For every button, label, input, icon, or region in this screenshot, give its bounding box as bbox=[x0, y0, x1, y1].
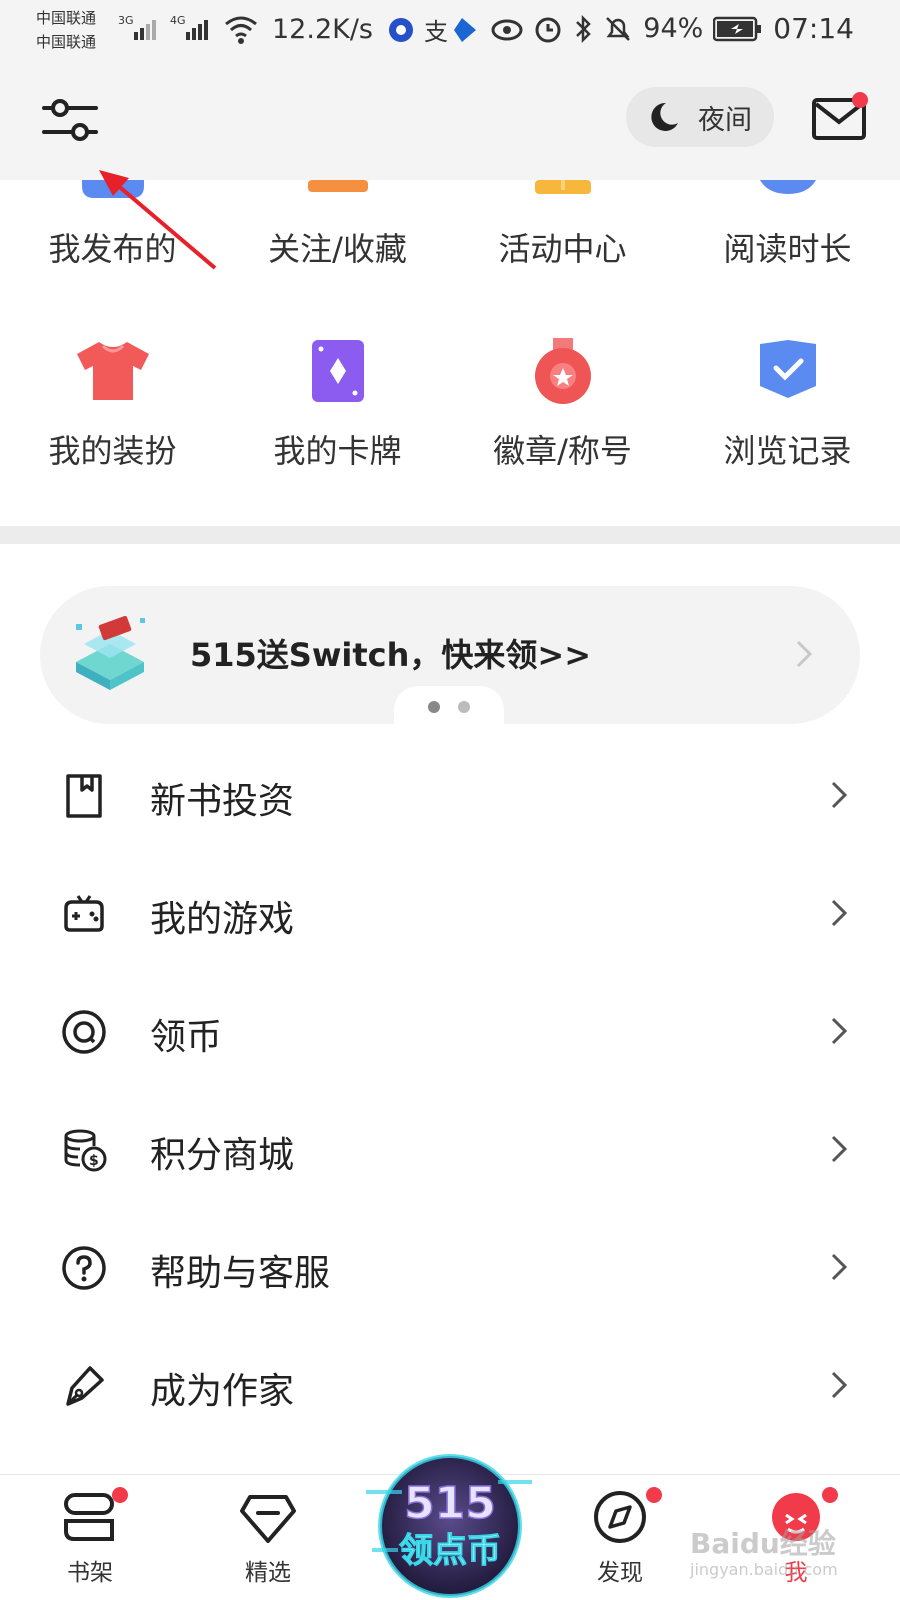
net-2-label: 4G bbox=[170, 14, 186, 27]
coin-icon bbox=[62, 1010, 106, 1054]
chevron-right-icon bbox=[831, 899, 848, 927]
menu-label: 我的游戏 bbox=[150, 899, 295, 940]
help-icon bbox=[62, 1246, 106, 1290]
carrier-info: 中国联通 中国联通 bbox=[36, 6, 96, 54]
chevron-right-icon bbox=[831, 1371, 848, 1399]
notification-app-icons: 支 bbox=[389, 18, 476, 46]
history-icon bbox=[759, 340, 816, 398]
menu-item-help[interactable]: 帮助与客服 bbox=[0, 1206, 900, 1326]
clock: 07:14 bbox=[773, 12, 854, 45]
shortcut-follow[interactable]: 关注/收藏 bbox=[225, 180, 450, 280]
shortcut-label: 徽章/称号 bbox=[493, 432, 632, 470]
moon-icon bbox=[651, 102, 678, 131]
bookshelf-badge bbox=[112, 1487, 128, 1503]
shortcut-cards[interactable]: 我的卡牌 bbox=[225, 338, 450, 478]
pagination-dot-active[interactable] bbox=[428, 701, 440, 713]
night-mode-label: 夜间 bbox=[698, 104, 752, 136]
alarm-icon bbox=[535, 17, 561, 42]
switch-promo-icon bbox=[76, 615, 145, 690]
shortcut-row-2: 我的装扮 我的卡牌 徽章/称号 浏览记录 bbox=[0, 338, 900, 478]
discover-badge bbox=[646, 1487, 662, 1503]
menu-item-new-book-invest[interactable]: 新书投资 bbox=[0, 734, 900, 854]
nav-label: 发现 bbox=[597, 1560, 643, 1586]
section-divider bbox=[0, 526, 900, 544]
compass-icon bbox=[594, 1491, 646, 1543]
net-1-label: 3G bbox=[118, 14, 134, 27]
pen-icon bbox=[66, 1366, 104, 1406]
network-speed: 12.2K/s bbox=[272, 14, 373, 45]
promo-515-button[interactable]: 515 领点币 bbox=[366, 1450, 534, 1600]
svg-text:$: $ bbox=[89, 1153, 99, 1169]
me-badge bbox=[822, 1487, 838, 1503]
promo-banner[interactable]: 515送Switch，快来领>> bbox=[40, 586, 860, 724]
eye-icon bbox=[491, 19, 523, 40]
menu-label: 成为作家 bbox=[150, 1371, 295, 1412]
bookmark-icon bbox=[66, 774, 102, 818]
menu-item-points-store[interactable]: $ 积分商城 bbox=[0, 1088, 900, 1208]
battery-icon bbox=[713, 16, 762, 41]
chevron-right-icon bbox=[831, 1253, 848, 1281]
banner-pagination bbox=[394, 686, 504, 724]
watermark-logo: Baidu经验 bbox=[690, 1527, 836, 1560]
shortcut-label: 浏览记录 bbox=[723, 432, 852, 470]
gamepad-icon bbox=[64, 895, 104, 932]
carrier-1: 中国联通 bbox=[36, 9, 97, 27]
shortcut-label: 活动中心 bbox=[498, 230, 627, 268]
bluetooth-icon bbox=[576, 14, 592, 43]
mail-badge bbox=[852, 92, 868, 108]
shortcut-history[interactable]: 浏览记录 bbox=[675, 338, 900, 478]
battery-percent: 94% bbox=[643, 13, 704, 44]
reading-time-icon bbox=[759, 180, 816, 194]
chevron-right-icon bbox=[831, 1017, 848, 1045]
diamond-icon bbox=[240, 1495, 296, 1543]
chevron-right-icon bbox=[831, 781, 848, 809]
points-store-icon: $ bbox=[64, 1129, 107, 1172]
annotation-arrow-icon bbox=[99, 170, 217, 270]
badge-icon bbox=[534, 338, 591, 404]
shortcut-label: 我的装扮 bbox=[48, 432, 177, 470]
shortcut-label: 阅读时长 bbox=[723, 230, 852, 268]
night-mode-button[interactable]: 夜间 bbox=[626, 87, 774, 147]
banner-text: 515送Switch，快来领>> bbox=[190, 636, 592, 674]
nav-discover[interactable]: 发现 bbox=[560, 1489, 680, 1587]
signal-4g-icon: 4G bbox=[170, 14, 208, 40]
banner-chevron-right-icon bbox=[796, 640, 813, 668]
shortcut-dressup[interactable]: 我的装扮 bbox=[0, 338, 225, 478]
nav-label: 书架 bbox=[67, 1560, 113, 1586]
follow-icon bbox=[307, 180, 368, 192]
menu-item-become-writer[interactable]: 成为作家 bbox=[0, 1324, 900, 1444]
tshirt-icon bbox=[76, 342, 149, 400]
pagination-dot[interactable] bbox=[458, 701, 470, 713]
menu-label: 帮助与客服 bbox=[150, 1253, 331, 1294]
shortcut-badges[interactable]: 徽章/称号 bbox=[450, 338, 675, 478]
bookshelf-icon bbox=[64, 1493, 114, 1541]
status-right: 94% 07:14 bbox=[491, 12, 854, 45]
wifi-icon bbox=[225, 16, 257, 44]
top-bar: 夜间 bbox=[0, 62, 900, 180]
promo-line-2: 领点币 bbox=[399, 1531, 501, 1571]
shortcut-label: 我的卡牌 bbox=[273, 432, 402, 470]
signal-3g-icon: 3G bbox=[118, 14, 156, 40]
nav-bookshelf[interactable]: 书架 bbox=[30, 1489, 150, 1587]
carrier-2: 中国联通 bbox=[36, 33, 97, 51]
shortcut-activity[interactable]: 活动中心 bbox=[450, 180, 675, 280]
card-icon bbox=[311, 340, 364, 402]
status-bar: 中国联通 中国联通 3G 4G 12.2K/s 支 94% 07:14 bbox=[0, 0, 900, 62]
menu-label: 领币 bbox=[150, 1017, 223, 1058]
chevron-right-icon bbox=[831, 1135, 848, 1163]
shortcut-reading-time[interactable]: 阅读时长 bbox=[675, 180, 900, 280]
menu-label: 新书投资 bbox=[150, 781, 295, 822]
menu-item-get-coins[interactable]: 领币 bbox=[0, 970, 900, 1090]
activity-icon bbox=[534, 180, 591, 194]
settings-sliders-icon[interactable] bbox=[40, 94, 100, 148]
svg-text:支: 支 bbox=[424, 18, 448, 46]
nav-featured[interactable]: 精选 bbox=[208, 1489, 328, 1587]
menu-label: 积分商城 bbox=[150, 1135, 295, 1176]
menu-item-my-games[interactable]: 我的游戏 bbox=[0, 852, 900, 972]
mute-bell-icon bbox=[606, 16, 631, 41]
shortcut-label: 关注/收藏 bbox=[268, 230, 407, 268]
watermark-url: jingyan.baidu.com bbox=[690, 1560, 838, 1579]
nav-label: 精选 bbox=[245, 1560, 291, 1586]
promo-line-1: 515 bbox=[404, 1478, 496, 1529]
